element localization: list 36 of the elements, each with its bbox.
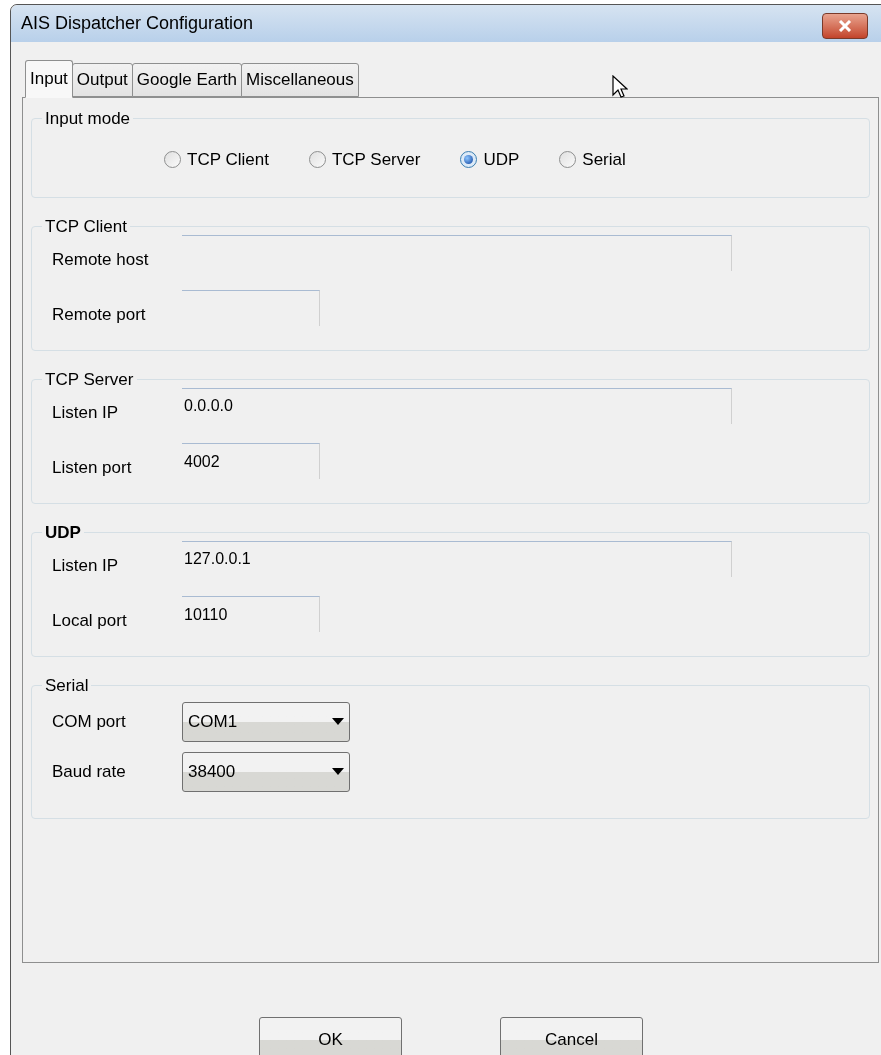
field-label: Remote host bbox=[51, 248, 150, 271]
field-label: Listen port bbox=[51, 457, 133, 479]
input-field[interactable] bbox=[182, 290, 320, 326]
tab[interactable]: Google Earth bbox=[131, 63, 243, 97]
radio-label[interactable]: TCP Server bbox=[331, 147, 421, 173]
radio-button[interactable] bbox=[460, 151, 478, 169]
radio-button[interactable] bbox=[164, 151, 181, 169]
dialog-button[interactable]: Cancel bbox=[500, 1017, 643, 1055]
input-field[interactable]: 4002 bbox=[182, 443, 320, 479]
dialog-button[interactable]: OK bbox=[259, 1017, 402, 1055]
dropdown[interactable]: COM1 bbox=[182, 701, 350, 742]
radio-label[interactable]: TCP Client bbox=[187, 147, 269, 173]
input-field[interactable]: 10110 bbox=[182, 596, 320, 632]
radio-label[interactable]: UDP bbox=[483, 147, 520, 173]
tab[interactable]: Miscellaneous bbox=[241, 63, 359, 97]
input-field[interactable]: 127.0.0.1 bbox=[182, 540, 732, 577]
radio-button[interactable] bbox=[559, 151, 577, 169]
radio-label[interactable]: Serial bbox=[582, 147, 626, 173]
field-label: Remote port bbox=[51, 304, 147, 326]
caret-icon bbox=[332, 768, 344, 775]
close-button[interactable] bbox=[822, 13, 868, 39]
field-label: COM port bbox=[51, 710, 127, 733]
input-field[interactable]: 0.0.0.0 bbox=[182, 387, 732, 424]
tab[interactable]: Input bbox=[25, 60, 73, 98]
field-label: Listen IP bbox=[51, 401, 120, 424]
close-icon bbox=[838, 20, 852, 32]
caret-icon bbox=[332, 718, 344, 725]
field-label: Local port bbox=[51, 610, 128, 632]
radio-button[interactable] bbox=[308, 151, 326, 169]
cursor-icon bbox=[612, 75, 628, 99]
field-label: Listen IP bbox=[51, 554, 120, 577]
window-title: AIS Dispatcher Configuration bbox=[21, 12, 254, 35]
dropdown[interactable]: 38400 bbox=[182, 751, 350, 792]
tab[interactable]: Output bbox=[71, 63, 133, 97]
field-label: Baud rate bbox=[51, 760, 127, 783]
input-field[interactable] bbox=[182, 234, 732, 271]
